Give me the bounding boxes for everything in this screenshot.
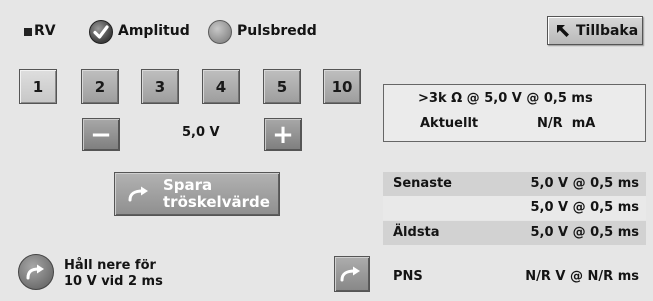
history-row: 5,0 V @ 0,5 ms xyxy=(383,196,646,220)
back-button[interactable]: Tillbaka xyxy=(547,16,643,45)
step-label: 3 xyxy=(154,77,166,96)
hold-line2: 10 V vid 2 ms xyxy=(64,274,163,289)
amplitude-value: 5,0 V xyxy=(182,125,220,140)
decrease-button[interactable]: − xyxy=(82,118,120,151)
amplitude-label[interactable]: Amplitud xyxy=(118,23,190,39)
pns-label: PNS xyxy=(393,269,423,284)
current-label: Aktuellt xyxy=(420,116,479,131)
save-label-line1: Spara xyxy=(163,176,213,194)
pns-button[interactable] xyxy=(334,256,370,292)
pulse-width-radio[interactable] xyxy=(208,20,232,44)
oldest-label: Äldsta xyxy=(393,225,440,240)
impedance-summary: >3k Ω @ 5,0 V @ 0,5 ms xyxy=(418,91,593,106)
arrow-up-left-icon xyxy=(557,24,569,37)
step-button-5[interactable]: 5 xyxy=(263,69,301,104)
lead-label: RV xyxy=(34,23,56,39)
step-button-4[interactable]: 4 xyxy=(202,69,240,104)
save-label-line2: tröskelvärde xyxy=(163,193,270,211)
save-threshold-button[interactable]: Spara tröskelvärde xyxy=(114,172,280,216)
hold-instructions: Håll nere för 10 V vid 2 ms xyxy=(64,258,163,290)
minus-icon: − xyxy=(90,119,112,150)
step-label: 10 xyxy=(331,77,353,96)
history-row: Senaste 5,0 V @ 0,5 ms xyxy=(383,172,646,196)
pns-value: N/R V @ N/R ms xyxy=(525,269,639,284)
plus-icon: + xyxy=(272,119,294,150)
hold-button[interactable] xyxy=(18,254,54,290)
back-label: Tillbaka xyxy=(576,22,639,39)
curved-arrow-right-icon xyxy=(340,266,360,282)
step-button-3[interactable]: 3 xyxy=(141,69,179,104)
step-label: 2 xyxy=(94,77,106,96)
current-value: N/R mA xyxy=(537,116,596,131)
step-button-2[interactable]: 2 xyxy=(81,69,119,104)
latest-label: Senaste xyxy=(393,176,452,191)
oldest-value: 5,0 V @ 0,5 ms xyxy=(530,225,639,240)
check-icon xyxy=(93,25,109,39)
step-label: 1 xyxy=(32,77,44,96)
history-row: Äldsta 5,0 V @ 0,5 ms xyxy=(383,221,646,245)
step-label: 5 xyxy=(276,77,288,96)
step-label: 4 xyxy=(215,77,227,96)
latest-value: 5,0 V @ 0,5 ms xyxy=(530,176,639,191)
hold-line1: Håll nere för xyxy=(64,258,156,273)
step-button-1[interactable]: 1 xyxy=(19,69,57,104)
lead-indicator xyxy=(24,28,32,36)
step-button-10[interactable]: 10 xyxy=(323,69,361,104)
impedance-panel: >3k Ω @ 5,0 V @ 0,5 ms Aktuellt N/R mA xyxy=(383,84,646,142)
curved-arrow-right-icon xyxy=(128,186,148,202)
previous-value: 5,0 V @ 0,5 ms xyxy=(530,200,639,215)
pulse-width-label[interactable]: Pulsbredd xyxy=(237,23,317,39)
amplitude-checkbox[interactable] xyxy=(89,20,113,44)
curved-arrow-right-icon xyxy=(26,264,44,280)
increase-button[interactable]: + xyxy=(264,118,302,151)
